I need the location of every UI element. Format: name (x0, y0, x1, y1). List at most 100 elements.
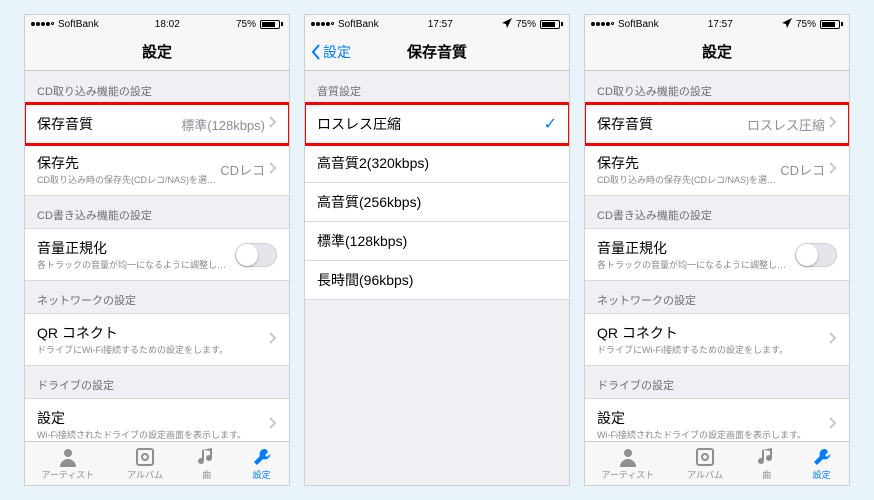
list-row[interactable]: 保存先CD取り込み時の保存先(CDレコ/NAS)を選択しま...CDレコ (585, 143, 849, 196)
row-title: 保存先 (597, 153, 780, 173)
tab-label: アーティスト (41, 468, 94, 481)
tab-bar: アーティスト アルバム 曲 設定 (25, 441, 289, 485)
tab-label: 設定 (253, 468, 271, 481)
list-row[interactable]: 保存先CD取り込み時の保存先(CDレコ/NAS)を選択しま...CDレコ (25, 143, 289, 196)
battery-percent: 75% (796, 19, 816, 30)
row-subtitle: ドライブにWi-Fi接続するための設定をします。 (597, 343, 829, 356)
list-row[interactable]: 長時間(96kbps) (305, 260, 569, 300)
album-icon (694, 446, 716, 468)
row-title: 設定 (597, 408, 829, 428)
chevron-icon (269, 115, 277, 133)
row-subtitle: Wi-Fi接続されたドライブの設定画面を表示します。 (597, 428, 829, 441)
tab-label: アルバム (127, 468, 163, 481)
row-title: 長時間(96kbps) (317, 270, 557, 290)
content-area: 音質設定 ロスレス圧縮✓ 高音質2(320kbps) 高音質(256kbps) … (305, 71, 569, 485)
battery-icon (260, 20, 283, 29)
list-row[interactable]: 保存音質標準(128kbps) (25, 104, 289, 144)
row-title: 音量正規化 (37, 238, 235, 258)
tab-label: 曲 (762, 468, 771, 481)
carrier-label: SoftBank (58, 19, 99, 30)
row-title: 標準(128kbps) (317, 231, 557, 251)
wrench-icon (811, 446, 833, 468)
list-row[interactable]: QR コネクトドライブにWi-Fi接続するための設定をします。 (585, 313, 849, 366)
signal-dots-icon (31, 22, 54, 26)
section-header: 音質設定 (305, 71, 569, 104)
row-value: CDレコ (780, 160, 825, 179)
chevron-icon (269, 161, 277, 179)
section-header: CD書き込み機能の設定 (585, 195, 849, 228)
status-bar: SoftBank 18:02 75% (25, 15, 289, 33)
tab-song[interactable]: 曲 (196, 446, 218, 481)
chevron-icon (829, 331, 837, 349)
tab-wrench[interactable]: 設定 (811, 446, 833, 481)
row-title: 設定 (37, 408, 269, 428)
list-row[interactable]: 音量正規化各トラックの音量が均一になるように調整します。 (25, 228, 289, 281)
row-subtitle: 各トラックの音量が均一になるように調整します。 (597, 258, 795, 271)
tab-label: アーティスト (601, 468, 654, 481)
tab-bar: アーティスト アルバム 曲 設定 (585, 441, 849, 485)
row-value: 標準(128kbps) (181, 115, 265, 134)
tab-artist[interactable]: アーティスト (601, 446, 654, 481)
time-label: 18:02 (155, 19, 180, 30)
list-row[interactable]: 高音質(256kbps) (305, 182, 569, 222)
section-header: ドライブの設定 (585, 365, 849, 398)
tab-album[interactable]: アルバム (127, 446, 163, 481)
row-subtitle: Wi-Fi接続されたドライブの設定画面を表示します。 (37, 428, 269, 441)
row-title: 保存音質 (37, 114, 181, 134)
row-title: ロスレス圧縮 (317, 114, 544, 134)
tab-label: 曲 (202, 468, 211, 481)
time-label: 17:57 (428, 19, 453, 30)
list-row[interactable]: ロスレス圧縮✓ (305, 104, 569, 144)
nav-bar: 設定 (585, 33, 849, 71)
row-title: 保存音質 (597, 114, 747, 134)
signal-dots-icon (591, 22, 614, 26)
tab-album[interactable]: アルバム (687, 446, 723, 481)
signal-dots-icon (311, 22, 334, 26)
carrier-label: SoftBank (338, 19, 379, 30)
section-header: ネットワークの設定 (25, 280, 289, 313)
battery-icon (820, 20, 843, 29)
list-row[interactable]: 設定Wi-Fi接続されたドライブの設定画面を表示します。 (25, 398, 289, 441)
nav-bar: 設定 (25, 33, 289, 71)
back-button[interactable]: 設定 (311, 42, 351, 62)
list-row[interactable]: 標準(128kbps) (305, 221, 569, 261)
section-header: CD書き込み機能の設定 (25, 195, 289, 228)
time-label: 17:57 (708, 19, 733, 30)
row-title: QR コネクト (37, 323, 269, 343)
row-title: 保存先 (37, 153, 220, 173)
artist-icon (57, 446, 79, 468)
chevron-icon (829, 161, 837, 179)
row-subtitle: ドライブにWi-Fi接続するための設定をします。 (37, 343, 269, 356)
location-icon (502, 18, 512, 31)
list-row[interactable]: QR コネクトドライブにWi-Fi接続するための設定をします。 (25, 313, 289, 366)
song-icon (196, 446, 218, 468)
list-row[interactable]: 設定Wi-Fi接続されたドライブの設定画面を表示します。 (585, 398, 849, 441)
row-subtitle: CD取り込み時の保存先(CDレコ/NAS)を選択しま... (597, 173, 780, 186)
section-header: CD取り込み機能の設定 (585, 71, 849, 104)
content-area: CD取り込み機能の設定 保存音質標準(128kbps) 保存先CD取り込み時の保… (25, 71, 289, 441)
phone-screen: SoftBank 17:57 75% 設定CD取り込み機能の設定 保存音質ロスレ… (584, 14, 850, 486)
checkmark-icon: ✓ (544, 114, 557, 134)
battery-percent: 75% (236, 19, 256, 30)
toggle-switch[interactable] (235, 243, 277, 267)
list-row[interactable]: 音量正規化各トラックの音量が均一になるように調整します。 (585, 228, 849, 281)
row-title: 高音質(256kbps) (317, 192, 557, 212)
row-subtitle: 各トラックの音量が均一になるように調整します。 (37, 258, 235, 271)
tab-artist[interactable]: アーティスト (41, 446, 94, 481)
battery-percent: 75% (516, 19, 536, 30)
song-icon (756, 446, 778, 468)
page-title: 保存音質 (407, 41, 467, 62)
status-bar: SoftBank 17:57 75% (585, 15, 849, 33)
chevron-icon (829, 115, 837, 133)
tab-label: アルバム (687, 468, 723, 481)
tab-wrench[interactable]: 設定 (251, 446, 273, 481)
tab-song[interactable]: 曲 (756, 446, 778, 481)
status-bar: SoftBank 17:57 75% (305, 15, 569, 33)
list-row[interactable]: 高音質2(320kbps) (305, 143, 569, 183)
list-row[interactable]: 保存音質ロスレス圧縮 (585, 104, 849, 144)
section-header: ネットワークの設定 (585, 280, 849, 313)
toggle-switch[interactable] (795, 243, 837, 267)
phone-screen: SoftBank 17:57 75% 設定 保存音質音質設定 ロスレス圧縮✓ 高音… (304, 14, 570, 486)
page-title: 設定 (142, 41, 172, 62)
battery-icon (540, 20, 563, 29)
